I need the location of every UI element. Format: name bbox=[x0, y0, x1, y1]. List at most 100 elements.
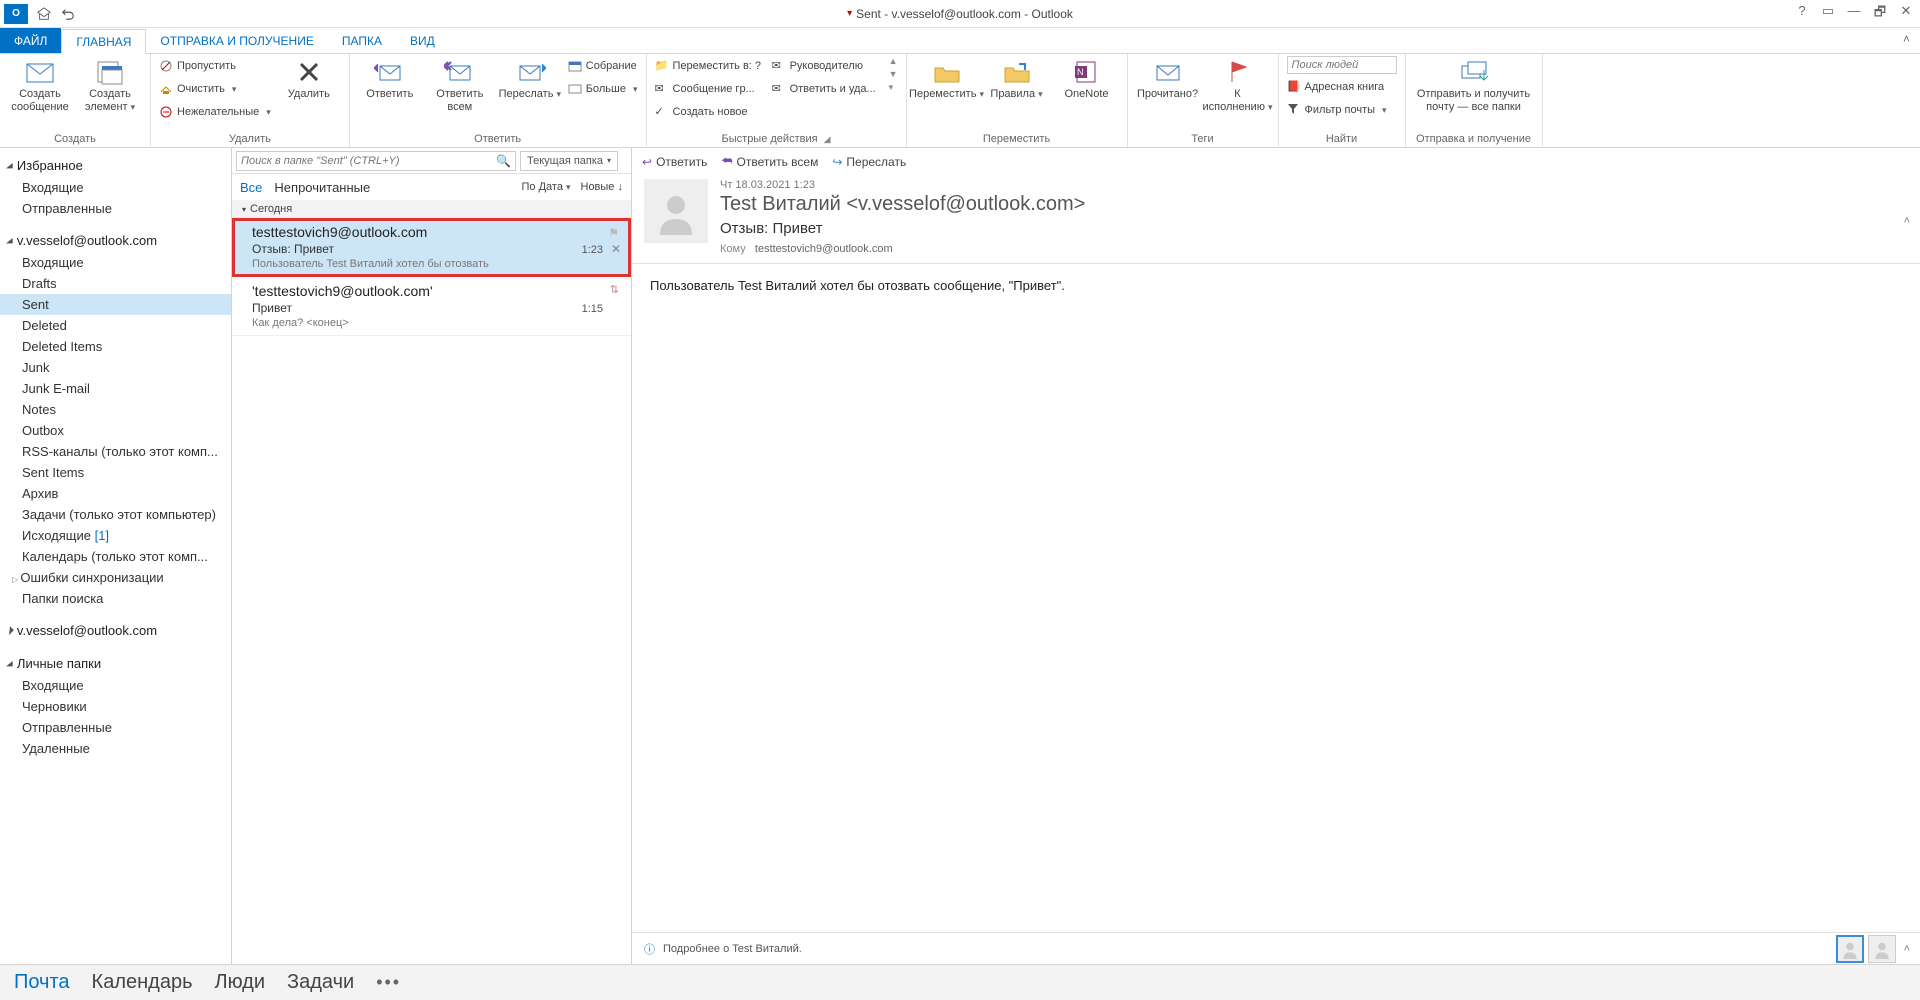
nav-more-icon[interactable]: ••• bbox=[376, 972, 401, 993]
move-button[interactable]: Переместить bbox=[915, 56, 979, 101]
address-book-icon: 📕 bbox=[1287, 80, 1301, 94]
folder-item[interactable]: Outbox bbox=[0, 420, 231, 441]
folder-item[interactable]: Junk E-mail bbox=[0, 378, 231, 399]
forward-button[interactable]: Переслать bbox=[498, 56, 562, 101]
filter-all[interactable]: Все bbox=[240, 180, 262, 195]
meeting-button[interactable]: Собрание bbox=[568, 56, 638, 76]
help-icon[interactable]: ? bbox=[1794, 3, 1810, 25]
filter-unread[interactable]: Непрочитанные bbox=[274, 180, 370, 195]
search-bar: 🔍 Текущая папка▾ bbox=[232, 148, 631, 174]
people-avatar-1[interactable] bbox=[1836, 935, 1864, 963]
quickstep-moveto[interactable]: 📁Переместить в: ? bbox=[655, 56, 766, 76]
send-receive-all-button[interactable]: Отправить и получить почту — все папки bbox=[1414, 56, 1534, 114]
folder-item[interactable]: Drafts bbox=[0, 273, 231, 294]
followup-button[interactable]: К исполнению bbox=[1206, 56, 1270, 114]
message-item[interactable]: testtestovich9@outlook.comОтзыв: ПриветП… bbox=[232, 218, 631, 277]
fav-item-inbox[interactable]: Входящие bbox=[0, 177, 231, 198]
ribbon-display-icon[interactable]: ▭ bbox=[1820, 3, 1836, 25]
list-group-today[interactable]: ▾Сегодня bbox=[232, 200, 631, 218]
folder-item[interactable]: Папки поиска bbox=[0, 588, 231, 609]
quicksteps-launcher-icon[interactable]: ◢ bbox=[824, 134, 831, 145]
quickstep-manager[interactable]: ✉Руководителю bbox=[772, 56, 883, 76]
quickstep-replydel[interactable]: ✉Ответить и уда... bbox=[772, 79, 883, 99]
account1-header[interactable]: ◢v.vesselof@outlook.com bbox=[0, 229, 231, 252]
message-item[interactable]: 'testtestovich9@outlook.com'ПриветКак де… bbox=[232, 277, 631, 336]
quickstep-up-icon[interactable]: ▲ bbox=[889, 56, 898, 66]
people-avatar-2[interactable] bbox=[1868, 935, 1896, 963]
qat-send-receive-icon[interactable] bbox=[36, 6, 52, 22]
qat-undo-icon[interactable] bbox=[60, 6, 76, 22]
nav-calendar[interactable]: Календарь bbox=[92, 971, 193, 994]
sort-newest[interactable]: Новые ↓ bbox=[581, 181, 624, 193]
reply-button[interactable]: Ответить bbox=[358, 56, 422, 101]
folder-item[interactable]: Входящие bbox=[0, 252, 231, 273]
tab-file[interactable]: ФАЙЛ bbox=[0, 28, 61, 53]
folder-item[interactable]: RSS-каналы (только этот комп... bbox=[0, 441, 231, 462]
folder-item[interactable]: Notes bbox=[0, 399, 231, 420]
collapse-ribbon-icon[interactable]: ˄ bbox=[1903, 32, 1910, 46]
favorites-header[interactable]: ◢Избранное bbox=[0, 154, 231, 177]
quickstep-team[interactable]: ✉Сообщение гр... bbox=[655, 79, 766, 99]
folder-item[interactable]: Sent bbox=[0, 294, 231, 315]
new-email-button[interactable]: Создать сообщение bbox=[8, 56, 72, 114]
junk-button[interactable]: Нежелательные bbox=[159, 102, 271, 122]
search-icon[interactable]: 🔍 bbox=[496, 154, 511, 168]
quickstep-more-icon[interactable]: ▾ bbox=[889, 82, 898, 93]
sort-by-date[interactable]: По Дата bbox=[522, 181, 571, 193]
new-items-button[interactable]: Создать элемент bbox=[78, 56, 142, 114]
folder-item[interactable]: Deleted bbox=[0, 315, 231, 336]
tab-send-receive[interactable]: ОТПРАВКА И ПОЛУЧЕНИЕ bbox=[146, 28, 327, 53]
close-icon[interactable]: ✕ bbox=[1898, 3, 1914, 25]
account2-header[interactable]: ◢v.vesselof@outlook.com bbox=[0, 619, 231, 642]
unread-button[interactable]: Прочитано? bbox=[1136, 56, 1200, 101]
delete-button[interactable]: Удалить bbox=[277, 56, 341, 101]
reply-all-button[interactable]: Ответить всем bbox=[428, 56, 492, 114]
folder-item[interactable]: Deleted Items bbox=[0, 336, 231, 357]
personal-deleted[interactable]: Удаленные bbox=[0, 738, 231, 759]
folder-item[interactable]: Sent Items bbox=[0, 462, 231, 483]
search-people-input[interactable] bbox=[1287, 56, 1397, 74]
nav-people[interactable]: Люди bbox=[215, 971, 266, 994]
reading-reply-all-button[interactable]: ⮪Ответить всем bbox=[721, 154, 818, 169]
nav-mail[interactable]: Почта bbox=[14, 971, 70, 994]
folder-item[interactable]: Junk bbox=[0, 357, 231, 378]
quickstep-new[interactable]: ✓Создать новое bbox=[655, 102, 766, 122]
folder-item[interactable]: Исходящие [1] bbox=[0, 525, 231, 546]
folder-item[interactable]: Задачи (только этот компьютер) bbox=[0, 504, 231, 525]
send-receive-icon bbox=[1458, 58, 1490, 86]
reading-reply-button[interactable]: ↩Ответить bbox=[642, 155, 707, 169]
cleanup-button[interactable]: Очистить bbox=[159, 79, 271, 99]
more-respond-button[interactable]: Больше bbox=[568, 79, 638, 99]
personal-sent[interactable]: Отправленные bbox=[0, 717, 231, 738]
personal-inbox[interactable]: Входящие bbox=[0, 675, 231, 696]
reading-forward-button[interactable]: ↪Переслать bbox=[832, 155, 906, 169]
search-scope-dropdown[interactable]: Текущая папка▾ bbox=[520, 151, 618, 171]
msg-time: 1:23 bbox=[582, 244, 603, 256]
fav-item-sent[interactable]: Отправленные bbox=[0, 198, 231, 219]
search-input[interactable] bbox=[241, 155, 496, 167]
quickstep-down-icon[interactable]: ▼ bbox=[889, 69, 898, 79]
folder-item[interactable]: ▷ Ошибки синхронизации bbox=[0, 567, 231, 588]
header-expand-icon[interactable]: ˄ bbox=[1904, 215, 1910, 227]
people-pane-bar: ⓘ Подробнее о Test Виталий. ˄ bbox=[632, 932, 1920, 964]
folder-item[interactable]: Календарь (только этот комп... bbox=[0, 546, 231, 567]
filter-email-button[interactable]: Фильтр почты bbox=[1287, 100, 1397, 120]
personal-drafts[interactable]: Черновики bbox=[0, 696, 231, 717]
onenote-button[interactable]: NOneNote bbox=[1055, 56, 1119, 101]
ignore-button[interactable]: Пропустить bbox=[159, 56, 271, 76]
address-book-button[interactable]: 📕Адресная книга bbox=[1287, 77, 1397, 97]
people-expand-icon[interactable]: ˄ bbox=[1904, 943, 1910, 955]
personal-header[interactable]: ◢Личные папки bbox=[0, 652, 231, 675]
rules-button[interactable]: Правила bbox=[985, 56, 1049, 101]
minimize-icon[interactable]: — bbox=[1846, 3, 1862, 25]
reply-delete-icon: ✉ bbox=[772, 82, 786, 96]
tab-view[interactable]: ВИД bbox=[396, 28, 449, 53]
tab-home[interactable]: ГЛАВНАЯ bbox=[61, 29, 146, 54]
search-box[interactable]: 🔍 bbox=[236, 151, 516, 171]
restore-icon[interactable]: 🗗 bbox=[1872, 3, 1888, 25]
flag-icon[interactable]: ⚑ bbox=[608, 226, 619, 240]
delete-msg-icon[interactable]: ✕ bbox=[611, 242, 621, 256]
folder-item[interactable]: Архив bbox=[0, 483, 231, 504]
tab-folder[interactable]: ПАПКА bbox=[328, 28, 396, 53]
nav-tasks[interactable]: Задачи bbox=[287, 971, 354, 994]
